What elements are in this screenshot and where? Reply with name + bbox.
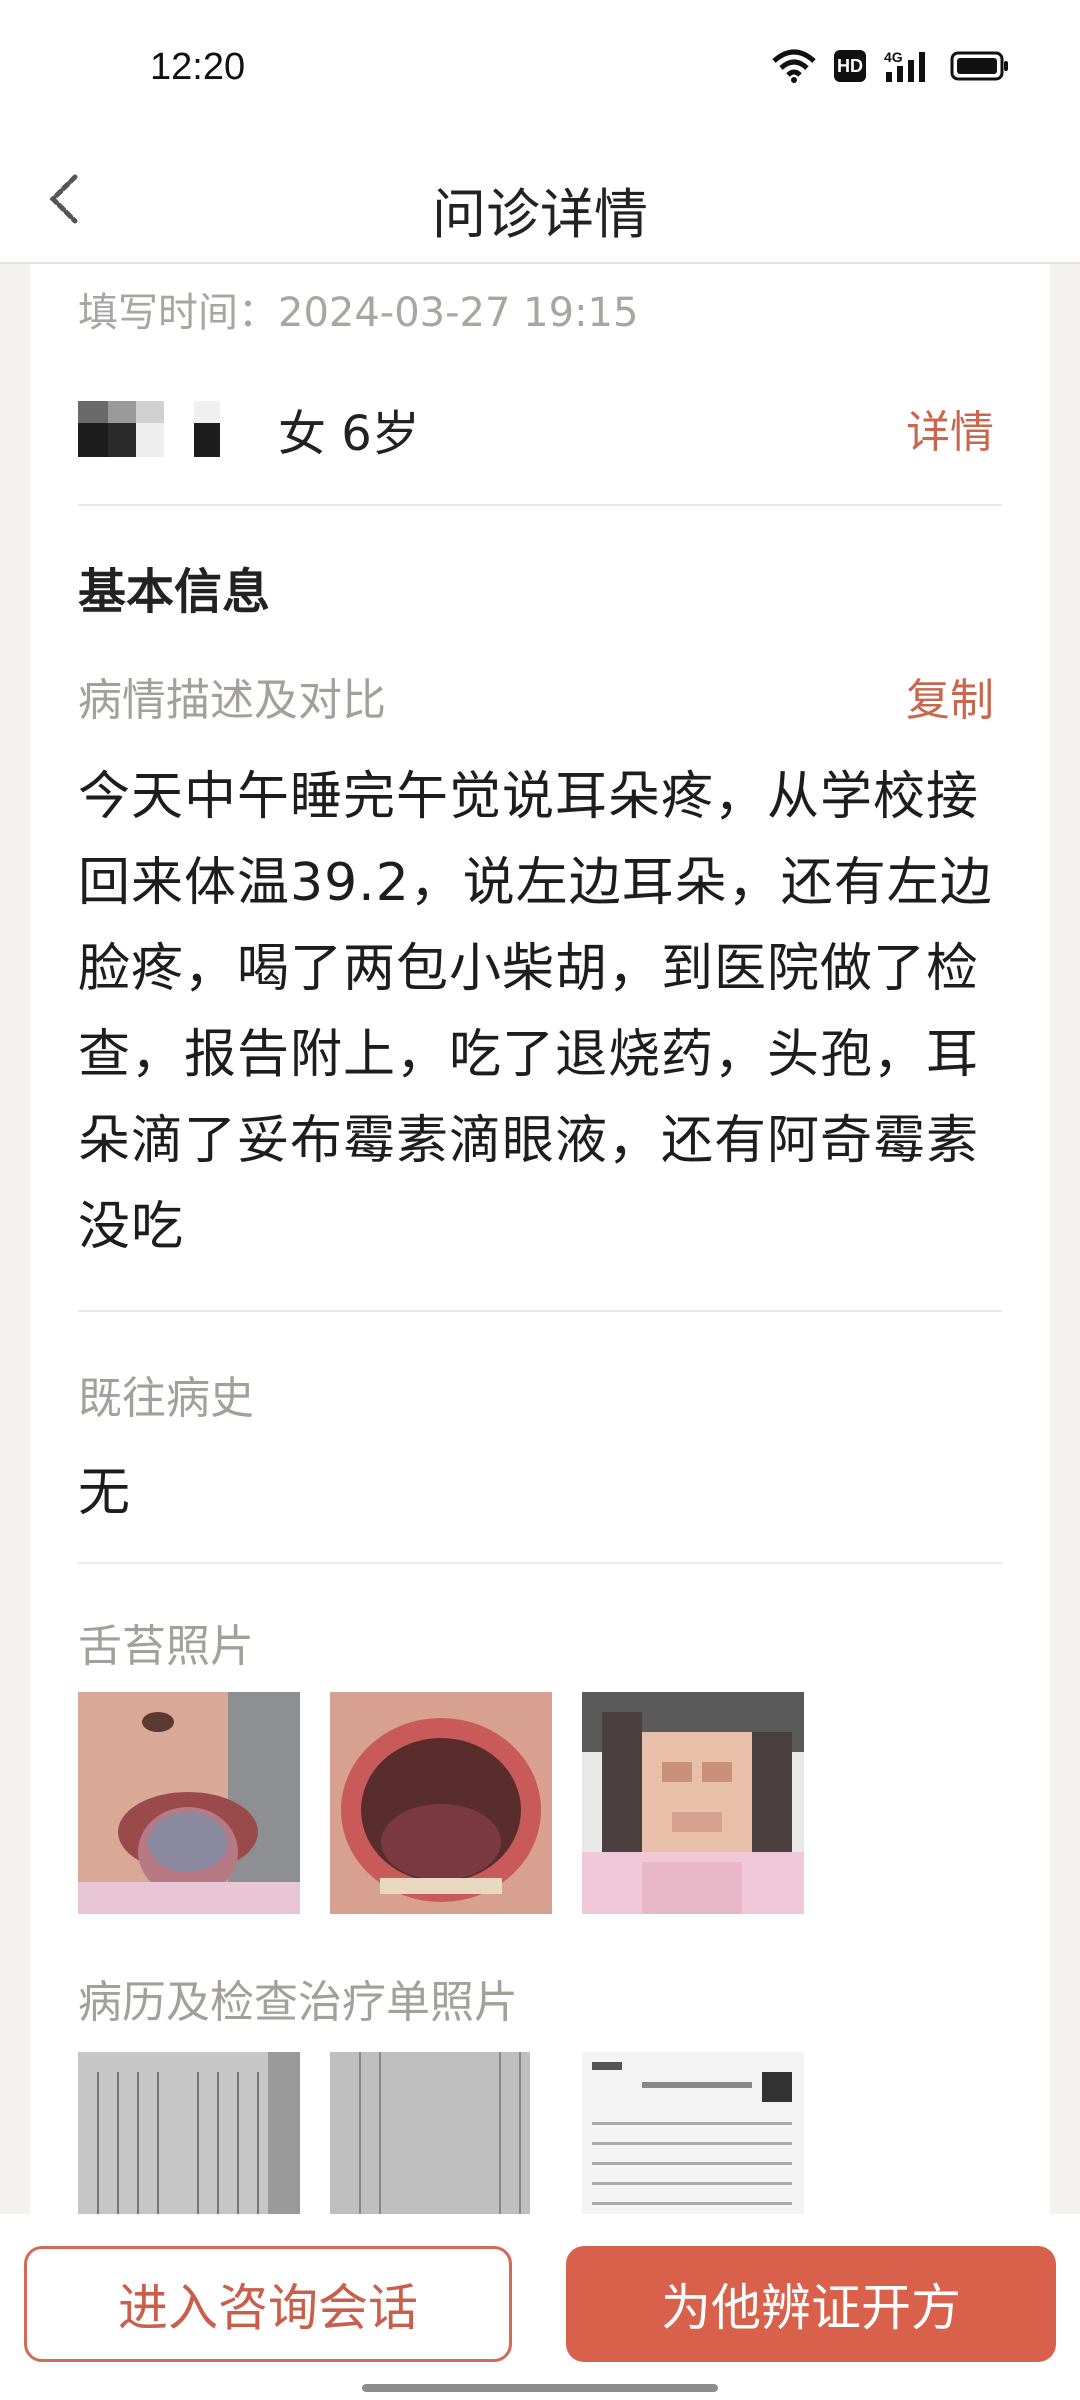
tongue-photo[interactable] bbox=[78, 1692, 300, 1914]
bottom-action-bar: 进入咨询会话 为他辨证开方 bbox=[0, 2214, 1080, 2400]
signal-icon: 4G bbox=[884, 49, 925, 82]
copy-button[interactable]: 复制 bbox=[906, 664, 994, 728]
svg-text:4G: 4G bbox=[884, 49, 903, 65]
divider bbox=[78, 504, 1002, 506]
description-label: 病情描述及对比 bbox=[78, 675, 386, 726]
hd-badge: HD bbox=[834, 50, 866, 82]
tongue-photos bbox=[78, 1692, 1002, 1914]
description-header: 病情描述及对比 复制 bbox=[78, 664, 1002, 726]
battery-icon bbox=[950, 51, 1008, 81]
status-icons: HD 4G bbox=[772, 48, 1010, 84]
patient-face-photo[interactable] bbox=[582, 1692, 804, 1914]
description-text: 今天中午睡完午觉说耳朵疼，从学校接回来体温39.2，说左边耳朵，还有左边脸疼，喝… bbox=[78, 767, 993, 1257]
tongue-photos-label: 舌苔照片 bbox=[78, 1621, 254, 1672]
record-photo[interactable] bbox=[78, 2052, 300, 2214]
records-photos-label: 病历及检查治疗单照片 bbox=[78, 1977, 518, 2028]
status-bar: 12:20 HD 4G bbox=[0, 0, 1080, 140]
patient-name-blurred bbox=[78, 394, 278, 464]
patient-info: 女 6岁 bbox=[278, 406, 420, 462]
divider bbox=[78, 1310, 1002, 1312]
fill-time: 填写时间：2024-03-27 19:15 bbox=[78, 290, 639, 336]
status-time: 12:20 bbox=[150, 46, 246, 88]
wifi-icon bbox=[772, 49, 816, 83]
nav-bar: 问诊详情 bbox=[0, 140, 1080, 264]
patient-detail-link[interactable]: 详情 bbox=[906, 396, 994, 460]
patient-row: 女 6岁 详情 bbox=[78, 364, 1002, 494]
record-photo[interactable] bbox=[330, 2052, 552, 2214]
enter-consult-button[interactable]: 进入咨询会话 bbox=[24, 2246, 512, 2362]
history-label: 既往病史 bbox=[78, 1373, 254, 1424]
consultation-card: 填写时间：2024-03-27 19:15 女 6岁 详情 基本信息 病情描述及… bbox=[30, 264, 1050, 2214]
page-title: 问诊详情 bbox=[432, 183, 648, 246]
record-photo[interactable] bbox=[582, 2052, 804, 2214]
divider bbox=[78, 1562, 1002, 1564]
tongue-photo[interactable] bbox=[330, 1692, 552, 1914]
records-photos bbox=[78, 2052, 1002, 2214]
section-basic-info: 基本信息 bbox=[78, 564, 271, 620]
home-indicator[interactable] bbox=[362, 2384, 718, 2392]
history-value: 无 bbox=[78, 1463, 131, 1523]
prescribe-button[interactable]: 为他辨证开方 bbox=[566, 2246, 1056, 2362]
